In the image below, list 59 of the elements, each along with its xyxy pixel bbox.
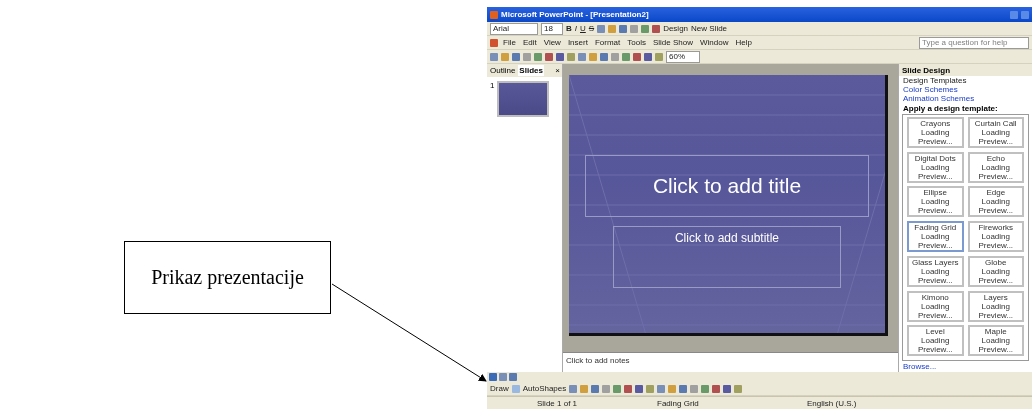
template-thumbnail[interactable]: Maple Loading Preview...	[967, 325, 1024, 357]
slide-number: 1	[490, 81, 495, 92]
title-placeholder[interactable]: Click to add title	[584, 155, 870, 217]
pane-tab[interactable]: Slides	[518, 65, 544, 76]
autoshapes-menu[interactable]: AutoShapes	[522, 384, 567, 393]
template-thumbnail[interactable]: Kimono Loading Preview...	[907, 290, 964, 322]
font-field[interactable]: Arial	[490, 22, 538, 35]
subtitle-placeholder[interactable]: Click to add subtitle	[613, 226, 841, 288]
draw-menu[interactable]: Draw	[490, 384, 509, 393]
pointer-icon[interactable]	[511, 384, 520, 393]
pane-tab[interactable]: Outline	[489, 65, 517, 76]
slide-thumbnail[interactable]	[497, 81, 550, 117]
callout-label: Prikaz prezentacije	[124, 241, 331, 314]
close-button[interactable]: ×	[555, 66, 560, 75]
design-button[interactable]: Design	[663, 24, 689, 33]
style-button[interactable]: I	[574, 24, 577, 33]
menu-item[interactable]: Insert	[565, 38, 590, 47]
document-icon	[490, 38, 498, 47]
browse-link[interactable]: Browse...	[899, 361, 1032, 372]
template-thumbnail[interactable]: Fading Grid Loading Preview...	[907, 221, 964, 253]
style-button[interactable]: U	[580, 24, 586, 33]
font-size-field[interactable]: 18	[541, 22, 563, 35]
section-heading: Apply a design template:	[902, 103, 999, 114]
style-button[interactable]: B	[566, 24, 572, 33]
new-slide-button[interactable]: New Slide	[691, 24, 728, 33]
template-thumbnail[interactable]: Curtain Call Loading Preview...	[967, 117, 1024, 148]
template-thumbnail[interactable]: Echo Loading Preview...	[967, 151, 1024, 183]
style-button[interactable]: S	[588, 24, 595, 33]
template-thumbnail[interactable]: Fireworks Loading Preview...	[967, 221, 1024, 253]
notes-field[interactable]: Click to add notes	[563, 352, 898, 372]
menu-item[interactable]: Tools	[625, 38, 648, 47]
template-thumbnail[interactable]: Globe Loading Preview...	[967, 255, 1024, 287]
template-thumbnail[interactable]: Edge Loading Preview...	[967, 186, 1024, 218]
template-thumbnail[interactable]: Ellipse Loading Preview...	[907, 186, 964, 218]
menu-item[interactable]: Edit	[520, 38, 539, 47]
menu-item[interactable]: Slide Show	[650, 38, 695, 47]
zoom-field[interactable]: 60%	[666, 50, 700, 63]
template-thumbnail[interactable]: Level Loading Preview...	[907, 325, 964, 357]
menu-item[interactable]: Window	[697, 38, 731, 47]
status-slide: Slide 1 of 1	[537, 398, 579, 408]
task-pane-link[interactable]: Design Templates	[899, 76, 1032, 85]
help-search-field[interactable]: Type a question for help	[919, 36, 1029, 49]
window-title: Microsoft PowerPoint - [Presentation2]	[501, 10, 650, 19]
app-icon	[490, 10, 498, 19]
menu-item[interactable]: File	[501, 38, 518, 47]
task-pane-link[interactable]: Animation Schemes	[899, 94, 1032, 103]
minimize-icon[interactable]	[1010, 10, 1018, 19]
task-pane-link[interactable]: Color Schemes	[899, 85, 1032, 94]
menu-item[interactable]: View	[541, 38, 563, 47]
template-thumbnail[interactable]: Layers Loading Preview...	[967, 290, 1024, 322]
maximize-icon[interactable]	[1021, 10, 1029, 19]
template-thumbnail[interactable]: Glass Layers Loading Preview...	[907, 255, 964, 287]
status-language: English (U.S.)	[807, 398, 858, 408]
menu-item[interactable]: Help	[733, 38, 754, 47]
task-pane-header: Slide Design	[899, 64, 1032, 76]
status-design: Fading Grid	[657, 398, 700, 408]
menu-item[interactable]: Format	[592, 38, 623, 47]
template-thumbnail[interactable]: Digital Dots Loading Preview...	[907, 151, 964, 183]
template-thumbnail[interactable]: Crayons Loading Preview...	[907, 117, 964, 148]
